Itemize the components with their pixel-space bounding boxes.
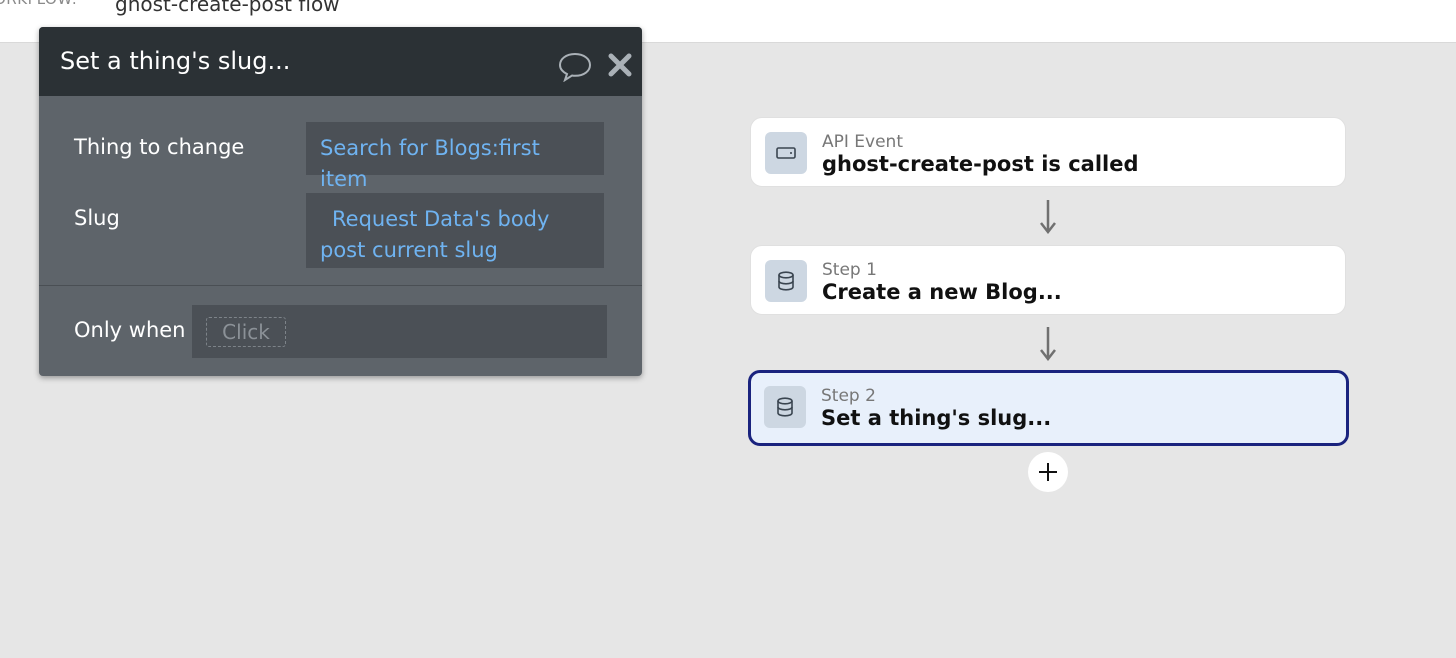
workflow-card-api-event[interactable]: API Event ghost-create-post is called (750, 117, 1346, 187)
slug-value: Request Data's body post current slug (320, 207, 550, 262)
workflow-label: ORKFLOW: (0, 0, 77, 8)
thing-to-change-value: Search for Blogs:first item (320, 136, 540, 191)
card-subtitle: API Event (822, 132, 903, 152)
api-event-icon (765, 132, 807, 174)
slug-field[interactable]: Request Data's body post current slug (306, 193, 604, 268)
card-subtitle: Step 1 (822, 260, 877, 280)
panel-header: Set a thing's slug... (39, 27, 642, 96)
action-property-editor: Set a thing's slug... Thing to change Se… (39, 27, 642, 376)
thing-to-change-field[interactable]: Search for Blogs:first item (306, 122, 604, 191)
card-title: Create a new Blog... (822, 280, 1062, 304)
comment-icon[interactable] (558, 50, 592, 82)
panel-title: Set a thing's slug... (60, 47, 291, 75)
arrow-down-icon (1040, 327, 1056, 361)
only-when-field[interactable]: Click (192, 305, 607, 358)
workflow-name[interactable]: ghost-create-post flow (115, 0, 340, 16)
only-when-click-placeholder[interactable]: Click (206, 317, 286, 347)
close-icon[interactable] (608, 53, 632, 77)
card-title: ghost-create-post is called (822, 152, 1139, 176)
panel-divider (39, 285, 642, 286)
card-subtitle: Step 2 (821, 386, 876, 406)
database-icon (765, 260, 807, 302)
only-when-label: Only when (74, 318, 186, 342)
database-icon (764, 386, 806, 428)
workflow-card-step-2[interactable]: Step 2 Set a thing's slug... (748, 370, 1349, 446)
thing-to-change-label: Thing to change (74, 135, 245, 159)
arrow-down-icon (1040, 200, 1056, 234)
workflow-card-step-1[interactable]: Step 1 Create a new Blog... (750, 245, 1346, 315)
card-title: Set a thing's slug... (821, 406, 1052, 430)
add-step-button[interactable] (1028, 452, 1068, 492)
slug-label: Slug (74, 206, 120, 230)
plus-icon (1039, 463, 1057, 481)
